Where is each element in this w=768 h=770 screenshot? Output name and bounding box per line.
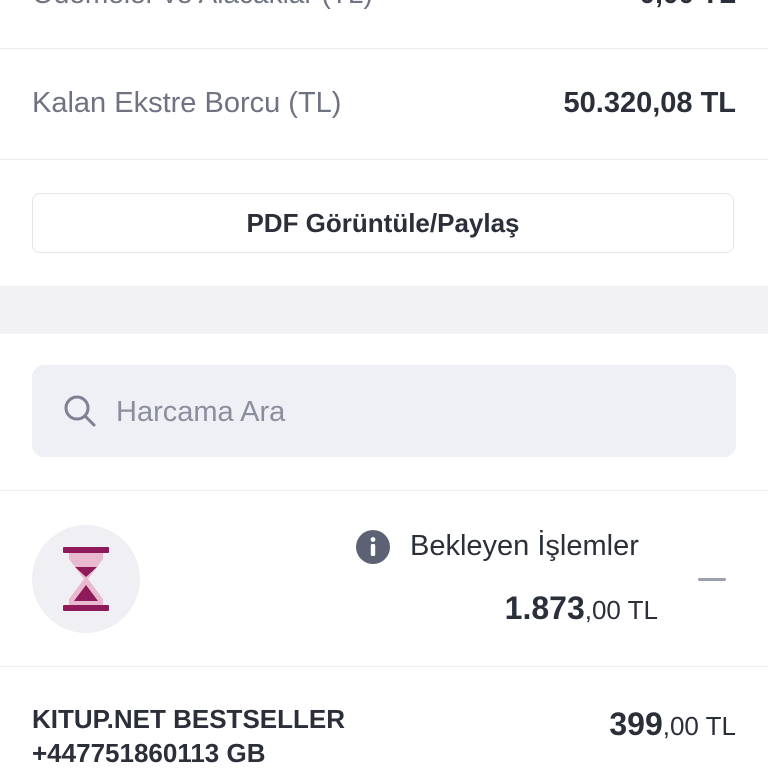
remaining-balance-value: 50.320,08 TL	[563, 87, 737, 119]
pending-transactions-label: Bekleyen İşlemler	[410, 530, 639, 562]
search-icon	[62, 393, 98, 429]
remaining-balance-row: Kalan Ekstre Borcu (TL) 50.320,08 TL	[0, 49, 768, 160]
pending-amount: 1.873,00 TL	[460, 590, 658, 627]
transaction-merchant-line1: KITUP.NET BESTSELLER	[32, 704, 346, 734]
divider	[0, 490, 768, 491]
transaction-merchant[interactable]: KITUP.NET BESTSELLER +447751860113 GB	[32, 702, 452, 770]
pending-amount-main: 1.873	[504, 590, 585, 626]
divider	[0, 666, 768, 667]
transaction-merchant-line2: +447751860113 GB	[32, 738, 266, 768]
pending-amount-rest: ,00 TL	[584, 595, 658, 625]
remaining-balance-label: Kalan Ekstre Borcu (TL)	[32, 87, 342, 119]
search-input[interactable]	[114, 385, 698, 439]
payments-row: Ödemeler ve Alacaklar (TL) 0,00 TL	[0, 0, 768, 49]
transaction-amount: 399,00 TL	[560, 706, 736, 743]
payments-label: Ödemeler ve Alacaklar (TL)	[32, 0, 373, 10]
search-box[interactable]	[32, 365, 736, 457]
minus-icon	[698, 578, 726, 581]
payments-value: 0,00 TL	[640, 0, 736, 10]
info-icon[interactable]	[356, 530, 390, 564]
section-separator	[0, 286, 768, 334]
pdf-view-share-button[interactable]: PDF Görüntüle/Paylaş	[32, 193, 734, 253]
transaction-amount-main: 399	[609, 706, 663, 742]
hourglass-icon	[63, 547, 109, 611]
pending-avatar	[32, 525, 140, 633]
collapse-button[interactable]	[698, 570, 728, 590]
transaction-amount-rest: ,00 TL	[662, 711, 736, 741]
